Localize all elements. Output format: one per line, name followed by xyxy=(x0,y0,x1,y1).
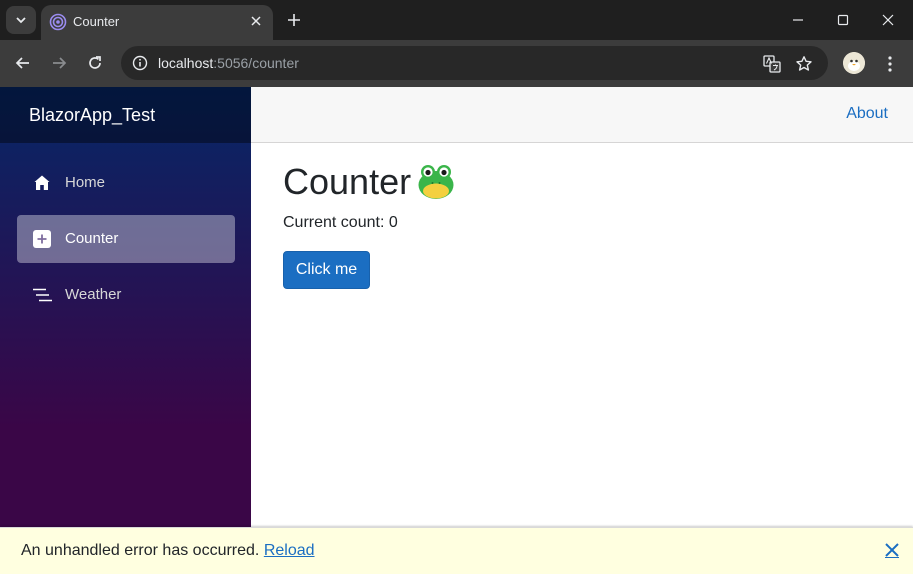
maximize-button[interactable] xyxy=(823,5,863,35)
forward-button[interactable] xyxy=(46,50,72,76)
tab-counter[interactable]: Counter xyxy=(41,5,273,40)
error-text: An unhandled error has occurred. xyxy=(21,542,260,559)
url-path: :5056/counter xyxy=(213,55,299,71)
url-text: localhost:5056/counter xyxy=(158,55,299,71)
browser-menu-button[interactable] xyxy=(878,52,902,76)
close-window-button[interactable] xyxy=(868,5,908,35)
info-icon xyxy=(132,55,148,71)
star-icon xyxy=(796,56,812,71)
arrow-left-icon xyxy=(15,57,29,69)
page-heading: Counter xyxy=(283,161,455,203)
back-button[interactable] xyxy=(10,50,36,76)
page-title: Counter xyxy=(283,161,412,202)
profile-avatar-icon xyxy=(843,52,865,74)
current-count-text: Current count: 0 xyxy=(283,214,398,231)
list-icon xyxy=(32,285,52,305)
bookmark-button[interactable] xyxy=(793,53,815,75)
kebab-menu-icon xyxy=(888,56,892,72)
sidebar-item-home[interactable]: Home xyxy=(17,159,235,207)
brand-row: BlazorApp_Test xyxy=(0,87,251,143)
about-link[interactable]: About xyxy=(846,105,888,123)
sidebar-item-counter[interactable]: Counter xyxy=(17,215,235,263)
error-ui-bar: An unhandled error has occurred. Reload xyxy=(0,527,913,574)
tab-title: Counter xyxy=(73,14,120,29)
sidebar-item-weather[interactable]: Weather xyxy=(17,271,235,319)
blazor-icon xyxy=(49,13,67,31)
sidebar-item-label: Home xyxy=(65,174,106,191)
home-icon xyxy=(32,173,52,193)
page-viewport: BlazorApp_Test Home Counter Weather Abou… xyxy=(0,87,913,574)
reload-link[interactable]: Reload xyxy=(264,542,315,559)
url-host: localhost xyxy=(158,55,214,71)
plus-icon xyxy=(288,14,300,26)
reload-icon xyxy=(89,56,101,69)
top-row: About xyxy=(251,87,913,143)
translate-button[interactable] xyxy=(761,53,783,75)
plus-square-icon xyxy=(32,229,52,249)
translate-icon xyxy=(763,55,781,73)
tab-close-button[interactable] xyxy=(247,12,265,30)
sidebar: BlazorApp_Test Home Counter Weather xyxy=(0,87,251,574)
arrow-right-icon xyxy=(53,57,67,69)
avatar[interactable] xyxy=(843,52,865,74)
sidebar-item-label: Weather xyxy=(65,286,122,303)
dismiss-error-button[interactable] xyxy=(884,542,900,558)
site-info-button[interactable] xyxy=(128,51,152,75)
minimize-icon xyxy=(793,19,803,21)
sidebar-item-label: Counter xyxy=(65,230,119,247)
browser-tab-strip: Counter xyxy=(0,0,913,40)
frog-emoji-icon xyxy=(418,165,454,199)
click-me-button[interactable]: Click me xyxy=(283,251,370,289)
close-icon xyxy=(251,16,261,26)
error-message: An unhandled error has occurred. Reload xyxy=(21,542,315,560)
minimize-button[interactable] xyxy=(778,5,818,35)
new-tab-button[interactable] xyxy=(282,8,306,32)
chevron-down-icon xyxy=(16,17,26,24)
maximize-icon xyxy=(837,14,849,26)
tab-search-button[interactable] xyxy=(6,6,36,34)
close-icon xyxy=(882,14,894,26)
browser-toolbar: localhost:5056/counter xyxy=(0,40,913,87)
app-brand-link[interactable]: BlazorApp_Test xyxy=(29,105,155,126)
address-bar[interactable]: localhost:5056/counter xyxy=(121,46,828,80)
reload-button[interactable] xyxy=(82,50,108,76)
